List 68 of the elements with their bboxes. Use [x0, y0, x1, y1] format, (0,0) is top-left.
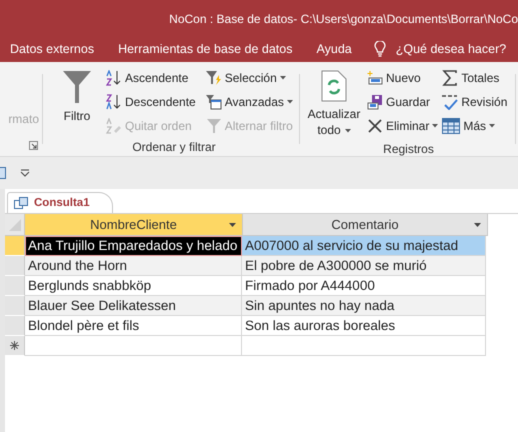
- table-cell: El pobre de A300000 se murió: [242, 256, 486, 276]
- refresh-document-icon: [321, 70, 347, 102]
- ribbon-button[interactable]: Actualizar todo: [304, 66, 364, 142]
- table-cell: Blauer See Delikatessen: [25, 296, 242, 316]
- ribbon-button[interactable]: Eliminar: [366, 114, 440, 137]
- ribbon-button[interactable]: Nuevo: [366, 66, 440, 89]
- ribbon-button[interactable]: Avanzadas: [204, 90, 294, 113]
- ribbon-tab[interactable]: Datos externos: [10, 40, 94, 58]
- column-header[interactable]: Comentario: [243, 214, 488, 236]
- table-icon: [442, 118, 460, 134]
- new-record-icon: [10, 341, 19, 350]
- query-icon: [14, 197, 28, 209]
- new-record-cell[interactable]: [25, 336, 242, 356]
- table-cell: Around the Horn: [25, 256, 242, 276]
- ribbon-tab[interactable]: Ayuda: [316, 40, 352, 58]
- advanced-filter-icon: [206, 94, 222, 110]
- customize-caret-icon[interactable]: [20, 169, 30, 177]
- ribbon-button[interactable]: Guardar: [366, 90, 440, 113]
- new-record-selector[interactable]: [5, 336, 25, 356]
- table-cell: Ana Trujillo Emparedados y helado: [25, 236, 242, 256]
- ribbon-button[interactable]: Ascendente: [105, 66, 197, 89]
- lightbulb-icon: [374, 40, 386, 58]
- document-tab[interactable]: Consulta1: [7, 192, 113, 213]
- filter-icon: [62, 70, 92, 104]
- caret-icon: [432, 124, 438, 128]
- caret-icon: [286, 100, 293, 104]
- dialog-launcher-icon[interactable]: [29, 141, 38, 150]
- select-all-corner[interactable]: [5, 214, 25, 236]
- ribbon-button[interactable]: Descendente: [105, 90, 197, 113]
- delete-icon: [367, 118, 383, 134]
- ribbon-button[interactable]: Revisión: [441, 90, 508, 113]
- table-cell: Son las auroras boreales: [242, 316, 486, 336]
- dropdown-arrow-icon[interactable]: [474, 222, 481, 226]
- caret-icon: [280, 76, 286, 80]
- row-selector[interactable]: [5, 296, 25, 316]
- ribbon-tab[interactable]: Herramientas de base de datos: [118, 40, 292, 58]
- row-selector[interactable]: [5, 276, 25, 296]
- save-icon: [367, 94, 383, 110]
- row-selector[interactable]: [5, 256, 25, 276]
- ribbon-button[interactable]: Totales: [441, 66, 508, 89]
- sort-descending-icon: [106, 94, 122, 110]
- caret-icon: [344, 128, 351, 133]
- row-selector[interactable]: [5, 236, 25, 256]
- table-cell: Berglunds snabbköp: [25, 276, 242, 296]
- ribbon-group-label: Registros: [383, 142, 434, 156]
- clear-sort-icon: [106, 118, 122, 134]
- corner-triangle-icon: [8, 218, 20, 230]
- table-cell: Sin apuntes no hay nada: [242, 296, 486, 316]
- dropdown-arrow-icon[interactable]: [229, 222, 236, 226]
- column-header[interactable]: NombreCliente: [25, 214, 243, 236]
- sigma-icon: [442, 70, 458, 86]
- filter-icon: [206, 118, 222, 134]
- table-cell: Firmado por A444000: [242, 276, 486, 296]
- tell-me-search-field[interactable]: ¿Qué desea hacer?: [396, 40, 516, 58]
- new-record-icon: [367, 70, 383, 86]
- new-record-cell[interactable]: [242, 336, 486, 356]
- table-cell: A007000 al servicio de su majestad: [242, 236, 486, 256]
- table-cell: Blondel père et fils: [25, 316, 242, 336]
- caret-icon: [489, 124, 496, 128]
- filter-bolt-icon: [206, 70, 222, 86]
- sort-ascending-icon: [106, 70, 122, 86]
- window-title: NoCon : Base de datos- C:\Users\gonza\Documents\Borrar\NoCo: [169, 12, 518, 26]
- table-view-icon[interactable]: [0, 167, 6, 179]
- ribbon-button[interactable]: Filtro: [51, 66, 103, 128]
- ribbon-button[interactable]: Selección: [204, 66, 294, 89]
- ribbon-button[interactable]: Más: [441, 114, 508, 137]
- ribbon-group-label: Ordenar y filtrar: [132, 140, 216, 154]
- spelling-check-icon: [442, 94, 458, 110]
